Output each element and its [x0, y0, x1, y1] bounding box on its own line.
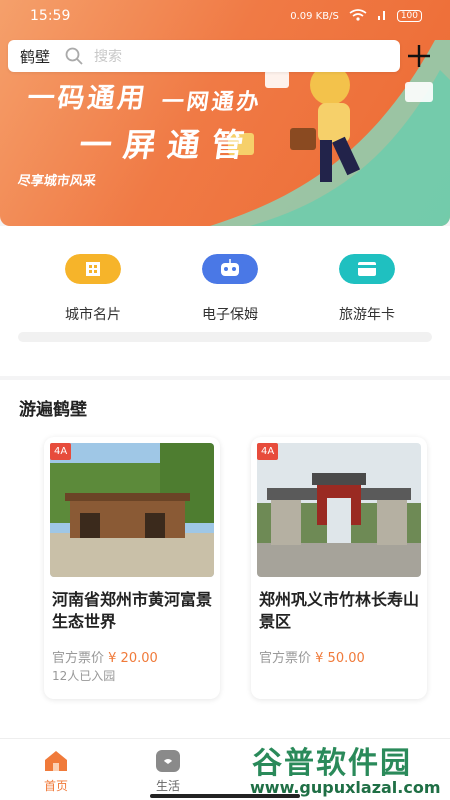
battery-icon: 100	[396, 10, 422, 22]
scenic-card[interactable]: 4A 郑州巩义市竹林长寿山景区 官方票价 ¥ 50.00	[251, 437, 427, 699]
city-selector[interactable]: 鹤壁	[20, 46, 50, 67]
wifi-icon	[349, 8, 367, 24]
scenic-card[interactable]: 4A 河南省郑州市黄河富景生态世界 官方票价 ¥ 20.00 12人已入园	[44, 437, 220, 699]
price-value: ¥ 20.00	[108, 651, 158, 666]
visitor-count: 12人已入园	[52, 669, 116, 683]
feature-label: 电子保姆	[202, 307, 258, 323]
section-title: 游遍鹤壁	[19, 400, 87, 420]
nav-home-label: 首页	[43, 779, 68, 793]
banner-slogan-3: 一屏通管	[77, 126, 259, 164]
signal-icon	[377, 9, 387, 24]
feature-travel-card[interactable]: 旅游年卡	[312, 254, 422, 324]
status-icons: 0.09 KB/S 100	[290, 8, 422, 24]
banner-slogan-1: 一码通用	[25, 83, 150, 114]
feature-city-card[interactable]: 城市名片	[38, 254, 148, 324]
banner-tag: 尽享城市风采	[16, 174, 97, 189]
tour-section: 游遍鹤壁 4A 河南省郑州市黄河富景生态世界 官方票价 ¥ 20.00 12人已…	[0, 380, 450, 740]
price-label: 官方票价	[52, 651, 105, 666]
watermark-url: www.gupuxlazal.com	[250, 778, 441, 797]
scenic-title: 河南省郑州市黄河富景生态世界	[52, 590, 213, 631]
status-bar: 15:59 0.09 KB/S 100	[30, 6, 422, 26]
feature-label: 旅游年卡	[339, 307, 395, 323]
scenic-title: 郑州巩义市竹林长寿山景区	[259, 590, 420, 631]
watermark-title: 谷普软件园	[252, 746, 412, 781]
robot-icon	[202, 254, 258, 284]
building-icon	[65, 254, 121, 284]
scenic-photo	[257, 443, 421, 577]
search-input[interactable]: 搜索	[94, 46, 122, 66]
feature-label: 城市名片	[65, 307, 121, 323]
plus-icon[interactable]	[406, 42, 432, 70]
watermark-overlay: 谷普软件园 www.gupuxlazal.com	[244, 738, 450, 800]
nav-life-label: 生活	[155, 779, 180, 793]
ticket-price: 官方票价 ¥ 50.00	[259, 647, 365, 666]
status-time: 15:59	[30, 8, 71, 24]
top-banner[interactable]: 15:59 0.09 KB/S 100 鹤壁 搜索 一码通用 一网通办 一屏通管…	[0, 0, 450, 226]
life-icon	[156, 750, 180, 772]
nav-home[interactable]: 首页	[26, 749, 86, 794]
nav-life[interactable]: 生活	[138, 749, 198, 794]
network-speed: 0.09 KB/S	[290, 11, 339, 22]
ticket-price: 官方票价 ¥ 20.00	[52, 647, 158, 666]
search-bar[interactable]: 鹤壁 搜索	[8, 40, 400, 72]
price-value: ¥ 50.00	[315, 651, 365, 666]
scenic-photo	[50, 443, 214, 577]
scroll-indicator	[18, 332, 432, 342]
speed-value: 0.09	[290, 10, 313, 22]
feature-row: 城市名片 电子保姆 旅游年卡	[0, 226, 450, 376]
home-icon	[45, 751, 67, 771]
card-icon	[339, 254, 395, 284]
rating-badge: 4A	[50, 443, 72, 460]
speed-unit: KB/S	[315, 10, 339, 22]
feature-e-nanny[interactable]: 电子保姆	[175, 254, 285, 324]
banner-slogan-2: 一网通办	[159, 90, 264, 115]
price-label: 官方票价	[259, 651, 312, 666]
rating-badge: 4A	[257, 443, 279, 460]
search-icon	[65, 47, 83, 65]
